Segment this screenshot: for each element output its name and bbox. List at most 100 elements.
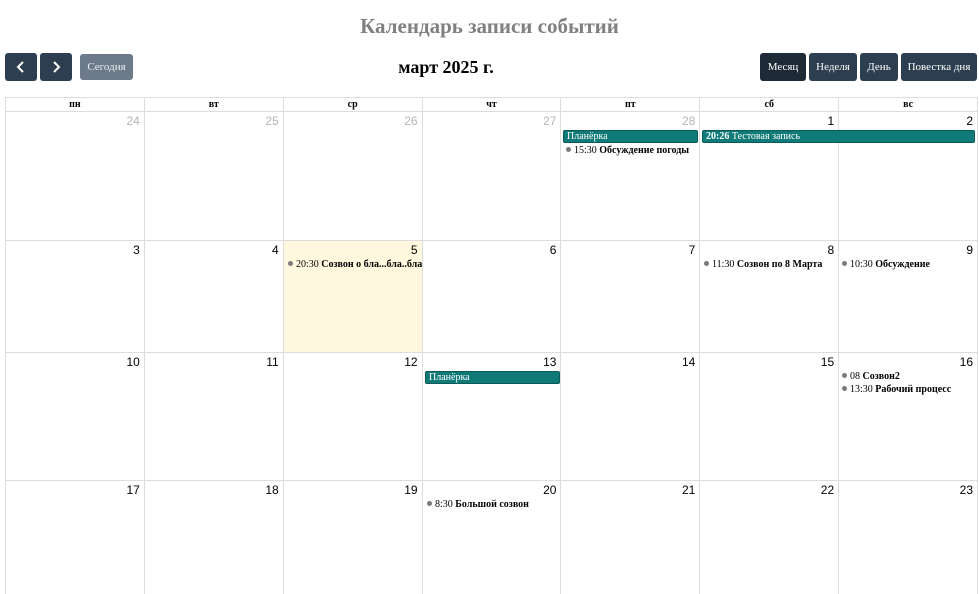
day-number[interactable]: 14 [682,355,695,369]
view-week-button[interactable]: Неделя [809,53,857,81]
day-cell[interactable]: 23 [839,481,979,594]
weekday-header: пн [6,98,145,112]
day-cell[interactable]: 27 [422,112,562,241]
event-time: 8:30 [435,499,453,510]
event-time: 20:26 [706,131,730,142]
day-cell-today[interactable]: 5 [283,241,423,353]
day-number[interactable]: 12 [404,355,417,369]
day-number[interactable]: 18 [265,483,278,497]
day-cell[interactable]: 24 [6,112,145,241]
day-number[interactable]: 24 [127,114,140,128]
weekday-header: чт [422,98,562,112]
next-month-button[interactable] [40,53,72,81]
event-dot-icon [842,373,847,378]
day-number[interactable]: 17 [127,483,140,497]
event-item[interactable]: 20:30 Созвон о бла...бла..бла [288,259,422,271]
day-cell[interactable]: 4 [144,241,284,353]
today-button[interactable]: Сегодня [80,54,133,80]
event-bar[interactable]: Планёрка [563,130,698,143]
event-title: Тестовая запись [731,131,801,142]
event-item[interactable]: 11:30 Созвон по 8 Марта [704,259,822,271]
day-number[interactable]: 4 [272,243,279,257]
event-bar[interactable]: 20:26 Тестовая запись [702,130,975,143]
event-time: 11:30 [712,259,735,270]
day-cell[interactable]: 26 [283,112,423,241]
day-cell[interactable]: 21 [561,481,701,594]
day-number[interactable]: 13 [543,355,556,369]
event-dot-icon [288,261,293,266]
event-title: Обсуждение погоды [599,145,690,156]
day-cell[interactable]: 12 [283,353,423,481]
day-cell[interactable]: 7 [561,241,701,353]
day-number[interactable]: 21 [682,483,695,497]
day-number[interactable]: 8 [827,243,834,257]
event-time: 08 [850,371,860,382]
event-item[interactable]: 13:30 Рабочий процесс [842,384,951,396]
day-number[interactable]: 23 [960,483,973,497]
day-number[interactable]: 11 [266,355,278,369]
day-number[interactable]: 1 [827,114,834,128]
view-month-button[interactable]: Месяц [760,53,806,81]
weekday-header: вс [839,98,979,112]
day-number[interactable]: 26 [404,114,417,128]
day-number[interactable]: 3 [133,243,140,257]
day-cell[interactable]: 14 [561,353,701,481]
view-day-button[interactable]: День [860,53,898,81]
day-number[interactable]: 28 [682,114,695,128]
day-cell[interactable]: 25 [144,112,284,241]
event-item[interactable]: 10:30 Обсуждение [842,259,930,271]
event-title: Планёрка [567,131,608,142]
day-cell[interactable]: 15 [700,353,840,481]
day-number[interactable]: 27 [543,114,556,128]
day-number[interactable]: 7 [689,243,696,257]
day-cell[interactable]: 19 [284,481,423,594]
event-title: Обсуждение [875,259,930,270]
day-number[interactable]: 19 [404,483,417,497]
day-number[interactable]: 15 [821,355,834,369]
prev-month-button[interactable] [5,53,37,81]
chevron-left-icon [16,61,24,73]
day-cell[interactable]: 18 [145,481,284,594]
event-dot-icon [427,501,432,506]
day-cell[interactable]: 9 [839,241,979,353]
day-cell[interactable]: 6 [422,241,562,353]
event-dot-icon [842,386,847,391]
event-time: 15:30 [574,145,597,156]
event-dot-icon [566,147,571,152]
day-number[interactable]: 9 [966,243,973,257]
weekday-header: вт [144,98,284,112]
event-time: 10:30 [850,259,873,270]
event-item[interactable]: 8:30 Большой созвон [427,499,529,511]
day-number[interactable]: 22 [821,483,834,497]
event-title: Созвон о бла...бла..бла [321,259,423,270]
day-cell[interactable]: 10 [6,353,145,481]
day-number[interactable]: 5 [411,243,418,257]
event-title: Созвон по 8 Марта [736,259,823,270]
day-cell[interactable]: 22 [700,481,840,594]
page-title: Календарь записи событий [360,14,619,38]
view-agenda-button[interactable]: Повестка дня [901,53,977,81]
day-cell[interactable]: 3 [6,241,145,353]
event-item[interactable]: 08 Созвон2 [842,371,900,383]
event-item[interactable]: 15:30 Обсуждение погоды [566,145,689,157]
event-title: Рабочий процесс [875,384,952,395]
day-number[interactable]: 6 [550,243,557,257]
event-title: Большой созвон [455,499,529,510]
chevron-right-icon [53,61,61,73]
weekday-header-row: пн вт ср чт пт сб вс [6,98,979,112]
day-cell[interactable]: 8 [700,241,840,353]
event-title: Планёрка [429,372,470,383]
day-cell[interactable]: 17 [6,481,145,594]
event-time: 13:30 [850,384,873,395]
day-number[interactable]: 20 [543,483,556,497]
weekday-header: ср [283,98,423,112]
day-number[interactable]: 25 [265,114,278,128]
event-bar[interactable]: Планёрка [425,371,560,384]
day-cell[interactable]: 11 [144,353,284,481]
day-number[interactable]: 2 [966,114,973,128]
day-number[interactable]: 10 [127,355,140,369]
current-period-title: март 2025 г. [398,57,494,77]
day-number[interactable]: 16 [960,355,973,369]
day-cell[interactable]: 20 [423,481,562,594]
week-row: 24 25 26 27 28 1 2 Планёрка 20:26 Тестов… [6,112,979,241]
